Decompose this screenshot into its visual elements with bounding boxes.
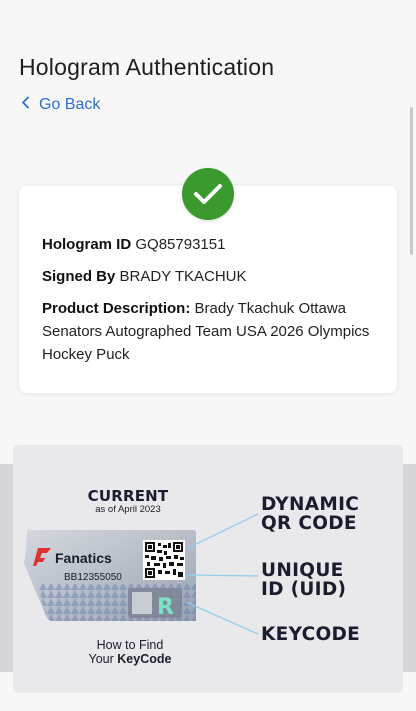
- unique-id-line1: UNIQUE: [261, 560, 344, 581]
- sticker-brand: Fanatics: [55, 550, 112, 566]
- signed-by-value: BRADY TKACHUK: [119, 268, 247, 285]
- sticker-serial: BB12355050: [64, 572, 122, 583]
- product-description-row: Product Description: Brady Tkachuk Ottaw…: [42, 297, 372, 366]
- keycode-label: KEYCODE: [261, 624, 361, 645]
- how-to-your: Your: [88, 652, 114, 666]
- how-to-line2: Your KeyCode: [70, 652, 190, 666]
- unique-id-label: UNIQUE ID (UID): [261, 561, 346, 599]
- dynamic-qr-code-line1: DYNAMIC: [261, 494, 360, 515]
- mini-qr-icon: [132, 592, 152, 614]
- how-to-keycode: KeyCode: [117, 652, 172, 666]
- hologram-sticker-image: Fanatics BB12355050 R: [24, 530, 196, 621]
- how-to-find-keycode: How to Find Your KeyCode: [70, 638, 190, 666]
- verified-check-icon: [182, 168, 234, 220]
- chevron-left-icon: [21, 96, 30, 114]
- product-description-label: Product Description:: [42, 300, 191, 317]
- unique-id-line2: ID (UID): [261, 579, 347, 600]
- dynamic-qr-code-line2: QR CODE: [261, 513, 357, 534]
- page-title: Hologram Authentication: [19, 54, 275, 80]
- go-back-link[interactable]: Go Back: [21, 96, 100, 114]
- keycode-letter: R: [157, 595, 174, 620]
- how-to-line1: How to Find: [96, 638, 164, 652]
- hologram-id-value: GQ85793151: [135, 236, 226, 253]
- go-back-label: Go Back: [39, 96, 101, 113]
- hologram-id-label: Hologram ID: [42, 236, 132, 253]
- signed-by-row: Signed By BRADY TKACHUK: [42, 265, 372, 288]
- dynamic-qr-code-label: DYNAMIC QR CODE: [261, 495, 359, 533]
- current-heading: CURRENT: [87, 487, 169, 505]
- as-of-date: as of April 2023: [95, 504, 161, 515]
- hologram-id-row: Hologram ID GQ85793151: [42, 233, 372, 256]
- signed-by-label: Signed By: [42, 268, 116, 285]
- qr-code-icon: [143, 540, 185, 580]
- page: Hologram Authentication Go Back Hologram…: [0, 0, 416, 711]
- scrollbar[interactable]: [410, 107, 413, 255]
